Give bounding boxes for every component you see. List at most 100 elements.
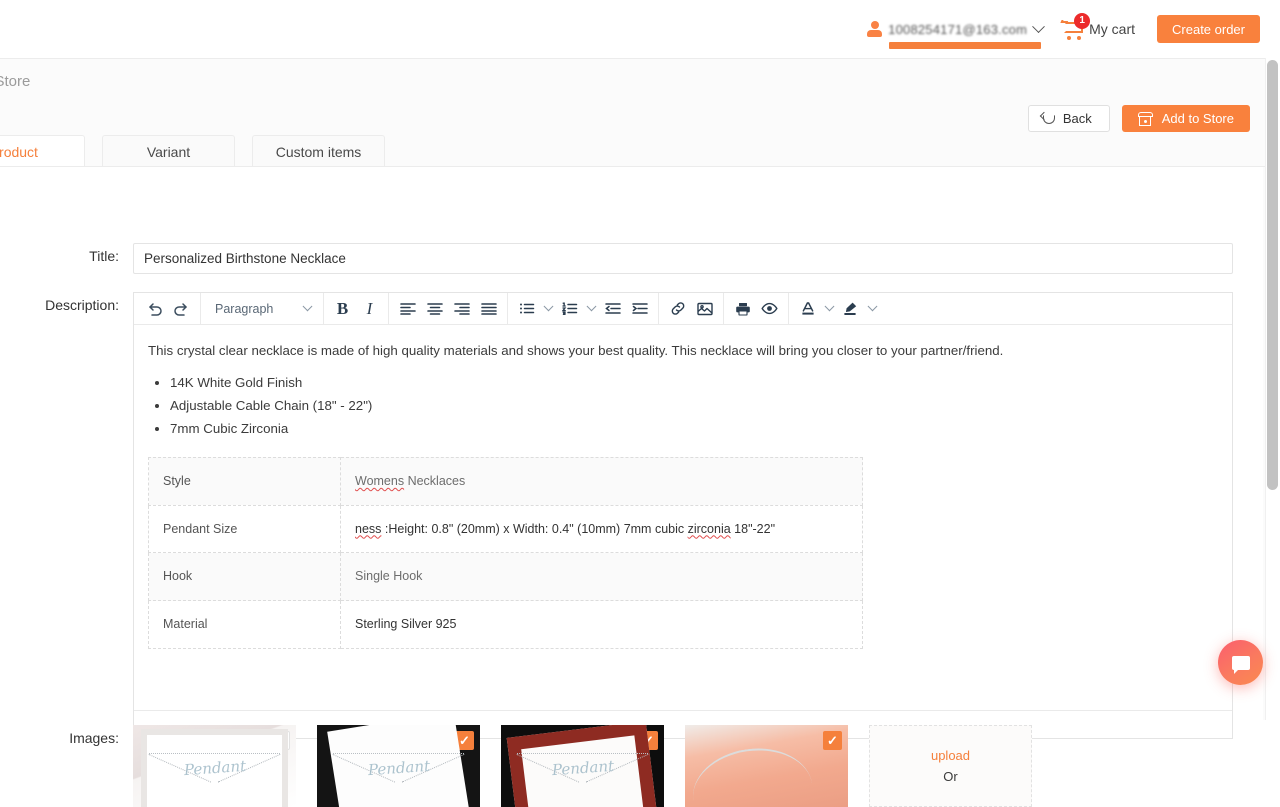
align-center-icon[interactable] [421, 296, 448, 322]
spec-value: Single Hook [341, 553, 863, 601]
table-row: Hook Single Hook [149, 553, 863, 601]
chevron-down-icon [303, 301, 313, 311]
my-cart-button[interactable]: 1 My cart [1061, 19, 1135, 40]
spec-value: ness :Height: 0.8" (20mm) x Width: 0.4" … [341, 505, 863, 553]
toolbar-group-style: B I [324, 293, 389, 325]
necklace-graphic [333, 753, 463, 792]
page-scrollbar-thumb[interactable] [1267, 60, 1278, 490]
toolbar-group-history [136, 293, 201, 325]
chat-bubble-icon [1232, 656, 1250, 670]
spec-value-text: 18"-22" [731, 522, 775, 536]
table-row: Material Sterling Silver 925 [149, 601, 863, 649]
tab-custom-items[interactable]: Custom items [252, 135, 385, 167]
description-field-row: Description: [40, 292, 1233, 739]
upload-link[interactable]: upload [931, 748, 970, 763]
spec-value-text: :Height: 0.8" (20mm) x Width: 0.4" (10mm… [385, 522, 688, 536]
italic-button[interactable]: I [356, 296, 383, 322]
link-icon[interactable] [664, 296, 691, 322]
back-button[interactable]: Back [1028, 105, 1110, 132]
spec-value: Womens Necklaces [341, 457, 863, 505]
image-thumbnail-2[interactable]: Pendant ✓ [317, 725, 480, 807]
eye-preview-icon[interactable] [756, 296, 783, 322]
highlight-chevron-down-icon[interactable] [864, 296, 880, 322]
toolbar-group-lists [508, 293, 659, 325]
image-thumbnail-4[interactable]: ✓ [685, 725, 848, 807]
specification-table: Style Womens Necklaces Pendant Size ness… [148, 457, 863, 649]
create-order-button[interactable]: Create order [1157, 15, 1260, 43]
toolbar-group-output [724, 293, 789, 325]
image-checkbox-2[interactable]: ✓ [455, 731, 474, 750]
misspelled-word: zirconia [688, 522, 731, 536]
toolbar-group-align [389, 293, 508, 325]
align-right-icon[interactable] [448, 296, 475, 322]
images-field-row: Images: Pendant ✓ Pendant ✓ Pendant ✓ [40, 725, 1032, 807]
text-color-icon[interactable] [794, 296, 821, 322]
chevron-down-icon[interactable] [1032, 20, 1045, 33]
top-header-bar: 1008254171@163.com 1 My cart Create orde… [0, 0, 1280, 58]
title-input[interactable] [133, 243, 1233, 274]
bold-button[interactable]: B [329, 296, 356, 322]
spec-value: Sterling Silver 925 [341, 601, 863, 649]
chat-support-button[interactable] [1218, 640, 1263, 685]
cart-label: My cart [1089, 21, 1135, 37]
necklace-graphic [517, 753, 647, 792]
user-email-label: 1008254171@163.com [888, 22, 1027, 37]
necklace-graphic [149, 753, 279, 792]
bullet-list-options-chevron-down-icon[interactable] [540, 296, 556, 322]
image-checkbox-4[interactable]: ✓ [823, 731, 842, 750]
tab-bar: roduct Variant Custom items [0, 135, 385, 167]
title-label: Title: [40, 243, 133, 274]
description-bullet-list: 14K White Gold Finish Adjustable Cable C… [170, 373, 1218, 439]
upload-or-label: Or [943, 769, 957, 784]
editor-toolbar: Paragraph B I [134, 293, 1232, 325]
list-item: 14K White Gold Finish [170, 373, 1218, 393]
editor-content-area[interactable]: This crystal clear necklace is made of h… [134, 325, 1232, 710]
upload-image-box[interactable]: upload Or [869, 725, 1032, 807]
numbered-list-icon[interactable] [556, 296, 583, 322]
align-justify-icon[interactable] [475, 296, 502, 322]
title-field-row: Title: [40, 243, 1233, 274]
print-icon[interactable] [729, 296, 756, 322]
spec-key: Style [149, 457, 341, 505]
breadcrumb: o Store [0, 73, 30, 90]
image-icon[interactable] [691, 296, 718, 322]
misspelled-word: ness [355, 522, 381, 536]
numbered-list-options-chevron-down-icon[interactable] [583, 296, 599, 322]
text-color-chevron-down-icon[interactable] [821, 296, 837, 322]
spec-key: Material [149, 601, 341, 649]
align-left-icon[interactable] [394, 296, 421, 322]
table-row: Pendant Size ness :Height: 0.8" (20mm) x… [149, 505, 863, 553]
product-form: Title: Description: [0, 167, 1263, 721]
image-thumbnail-3[interactable]: Pendant ✓ [501, 725, 664, 807]
back-button-label: Back [1063, 111, 1092, 126]
indent-icon[interactable] [626, 296, 653, 322]
user-account-menu[interactable]: 1008254171@163.com [867, 21, 1043, 37]
list-item: Adjustable Cable Chain (18" - 22") [170, 396, 1218, 416]
user-icon [867, 21, 882, 37]
image-checkbox-3[interactable]: ✓ [639, 731, 658, 750]
outdent-icon[interactable] [599, 296, 626, 322]
list-item: 7mm Cubic Zirconia [170, 419, 1218, 439]
redo-icon[interactable] [168, 296, 195, 322]
undo-arrow-icon [1041, 113, 1054, 124]
image-checkbox-1[interactable]: ✓ [271, 731, 290, 750]
spec-key: Pendant Size [149, 505, 341, 553]
image-thumbnail-1[interactable]: Pendant ✓ [133, 725, 296, 807]
misspelled-word: Womens [355, 474, 404, 488]
toolbar-group-color [789, 293, 885, 325]
email-redaction-bar [889, 42, 1041, 49]
spec-key: Hook [149, 553, 341, 601]
add-to-store-label: Add to Store [1162, 111, 1234, 126]
undo-icon[interactable] [141, 296, 168, 322]
highlight-pen-icon[interactable] [837, 296, 864, 322]
add-to-store-button[interactable]: Add to Store [1122, 105, 1250, 132]
block-format-value: Paragraph [215, 302, 273, 316]
description-label: Description: [40, 292, 133, 739]
tab-product[interactable]: roduct [0, 135, 85, 167]
image-thumbnail-strip: Pendant ✓ Pendant ✓ Pendant ✓ ✓ [133, 725, 1032, 807]
page-action-row: Back Add to Store [1028, 105, 1250, 132]
bullet-list-icon[interactable] [513, 296, 540, 322]
store-icon [1138, 112, 1153, 126]
tab-variant[interactable]: Variant [102, 135, 235, 167]
block-format-select[interactable]: Paragraph [206, 296, 318, 322]
